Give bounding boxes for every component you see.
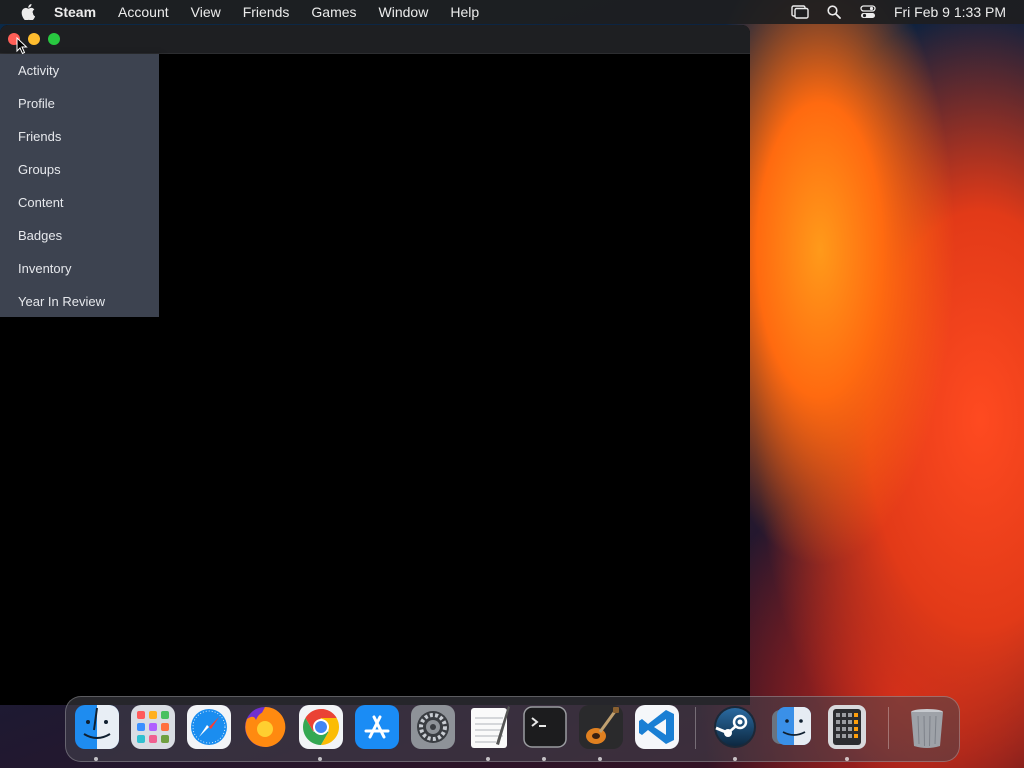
dock-divider (695, 707, 696, 749)
menu-steam[interactable]: Steam (54, 0, 107, 24)
window-minimize-button[interactable] (28, 33, 40, 45)
menu-bar-clock[interactable]: Fri Feb 9 1:33 PM (894, 4, 1006, 20)
textedit-icon[interactable] (466, 704, 512, 750)
calculator-running-indicator (845, 757, 849, 761)
chrome-icon[interactable] (298, 704, 344, 750)
dropdown-item-groups[interactable]: Groups (0, 153, 159, 186)
chrome-running-indicator (318, 757, 322, 761)
trash-icon[interactable] (904, 704, 950, 750)
window-close-button[interactable] (8, 33, 20, 45)
garageband-running-indicator (598, 757, 602, 761)
menu-window[interactable]: Window (368, 0, 440, 24)
dropdown-item-year-in-review[interactable]: Year In Review (0, 285, 159, 318)
apple-menu-icon[interactable] (20, 4, 36, 20)
textedit-running-indicator (486, 757, 490, 761)
firefox-icon[interactable] (242, 704, 288, 750)
finder-icon[interactable] (74, 704, 120, 750)
dropdown-item-content[interactable]: Content (0, 186, 159, 219)
dropdown-item-activity[interactable]: Activity (0, 54, 159, 87)
menu-help[interactable]: Help (439, 0, 490, 24)
terminal-icon[interactable] (522, 704, 568, 750)
system-settings-icon[interactable] (410, 704, 456, 750)
dock (65, 696, 960, 762)
calculator-icon[interactable] (824, 704, 870, 750)
finder-alt-icon[interactable] (768, 704, 814, 750)
steam-running-indicator (733, 757, 737, 761)
dropdown-item-badges[interactable]: Badges (0, 219, 159, 252)
menu-games[interactable]: Games (300, 0, 367, 24)
launchpad-icon[interactable] (130, 704, 176, 750)
finder-running-indicator (94, 757, 98, 761)
profile-dropdown-menu: Activity Profile Friends Groups Content … (0, 54, 159, 317)
safari-icon[interactable] (186, 704, 232, 750)
menu-bar-status-area: Fri Feb 9 1:33 PM (776, 0, 1024, 24)
screen-mirroring-icon[interactable] (790, 4, 810, 20)
window-zoom-button[interactable] (48, 33, 60, 45)
menu-account[interactable]: Account (107, 0, 180, 24)
dropdown-item-friends[interactable]: Friends (0, 120, 159, 153)
steam-window: Activity Profile Friends Groups Content … (0, 25, 750, 705)
app-store-icon[interactable] (354, 704, 400, 750)
dock-divider-trash (888, 707, 889, 749)
window-titlebar[interactable] (0, 25, 750, 54)
dropdown-item-profile[interactable]: Profile (0, 87, 159, 120)
spotlight-search-icon[interactable] (824, 4, 844, 20)
menu-bar: Steam Account View Friends Games Window … (0, 0, 1024, 24)
control-center-icon[interactable] (858, 4, 878, 20)
vscode-icon[interactable] (634, 704, 680, 750)
steam-icon[interactable] (712, 704, 758, 750)
garageband-icon[interactable] (578, 704, 624, 750)
menu-friends[interactable]: Friends (232, 0, 301, 24)
menu-view[interactable]: View (180, 0, 232, 24)
dropdown-item-inventory[interactable]: Inventory (0, 252, 159, 285)
terminal-running-indicator (542, 757, 546, 761)
